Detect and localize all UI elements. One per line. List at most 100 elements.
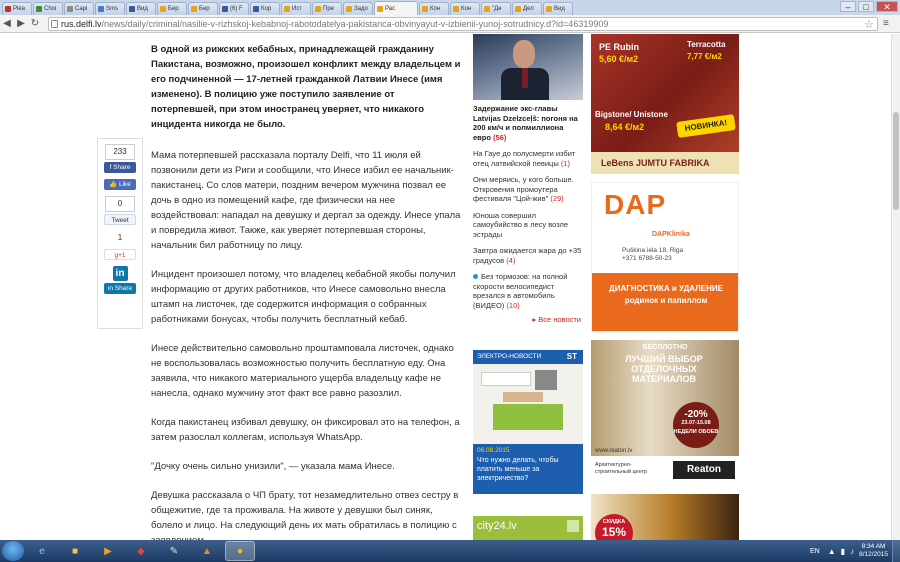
browser-tab[interactable]: Capi bbox=[64, 2, 94, 15]
news-list-item[interactable]: Юноша совершил самоубийство в лесу возле… bbox=[473, 211, 583, 240]
browser-tab[interactable]: Кор bbox=[250, 2, 280, 15]
news-list-item[interactable]: Они меряись, у кого больше. Откровения п… bbox=[473, 175, 583, 204]
all-news-label: Все новости bbox=[538, 315, 581, 324]
browser-tab[interactable]: Бер bbox=[188, 2, 218, 15]
browser-toolbar: ◀ ▶ ↻ rus.delfi.lv/news/daily/criminal/n… bbox=[0, 15, 900, 33]
elektro-text: Что нужно делать, чтобы платить меньше з… bbox=[477, 457, 559, 482]
browser-tab[interactable]: Рас bbox=[374, 1, 418, 15]
tab-label: (6) F bbox=[230, 6, 243, 12]
network-icon[interactable]: ▮ bbox=[841, 547, 845, 556]
tab-favicon-icon bbox=[36, 6, 42, 12]
vlc-icon[interactable]: ▲ bbox=[192, 541, 222, 561]
browser-tab[interactable]: Sms bbox=[95, 2, 125, 15]
tab-label: Sms bbox=[106, 6, 118, 12]
app-icon[interactable]: ◆ bbox=[126, 541, 156, 561]
back-arrow-icon[interactable]: ◀ bbox=[0, 18, 14, 29]
browser-tab[interactable]: Задо bbox=[343, 2, 373, 15]
forward-arrow-icon[interactable]: ▶ bbox=[14, 18, 28, 29]
google-plus-button[interactable]: g+1 bbox=[104, 249, 136, 260]
browser-tab[interactable]: Ист bbox=[281, 2, 311, 15]
folder-icon[interactable]: ■ bbox=[60, 541, 90, 561]
browser-tab[interactable]: Бер bbox=[157, 2, 187, 15]
reaton-discount-dates: 23.07-15.08 НЕДЕЛИ ОБОЕВ bbox=[673, 420, 719, 435]
facebook-share-button[interactable]: f Share bbox=[104, 162, 136, 173]
facebook-like-button[interactable]: 👍 Like bbox=[104, 179, 136, 190]
article-paragraphs: Мама потерпевшей рассказала порталу Delf… bbox=[151, 148, 461, 540]
browser-tab[interactable]: (6) F bbox=[219, 2, 249, 15]
promo-ad[interactable]: СКИДКА 15% bbox=[591, 494, 739, 540]
news-list: На Гауе до полусмерти избит отец латвийс… bbox=[473, 149, 583, 310]
tab-favicon-icon bbox=[67, 6, 73, 12]
headline-photo[interactable] bbox=[473, 34, 583, 100]
tab-label: Задо bbox=[354, 6, 368, 12]
browser-tab[interactable]: Пре bbox=[312, 2, 342, 15]
browser-tab[interactable]: Вид bbox=[543, 2, 573, 15]
tab-favicon-icon bbox=[5, 6, 11, 12]
social-share-panel: 233 f Share 👍 Like 0 Tweet 1 g+1 in in S… bbox=[97, 138, 143, 329]
browser-tab[interactable]: Вид bbox=[126, 2, 156, 15]
news-list-item[interactable]: Без тормозов: на полной скорости велосип… bbox=[473, 272, 583, 310]
news-list-item[interactable]: На Гауе до полусмерти избит отец латвийс… bbox=[473, 149, 583, 168]
city24-banner[interactable]: city24.lv bbox=[473, 516, 583, 540]
tab-label: Capi bbox=[75, 6, 88, 12]
tweet-count: 0 bbox=[105, 196, 135, 212]
close-window-button[interactable]: ✕ bbox=[876, 1, 898, 12]
tab-list: Plea Choi Capi Sms Вид Бер Бер (6) F Кор Ист Пре За… bbox=[2, 1, 574, 15]
reaton-kicker: БЕСПЛОТНО bbox=[642, 344, 688, 351]
browser-tab[interactable]: Кон bbox=[419, 2, 449, 15]
internet-explorer-icon[interactable]: e bbox=[27, 541, 57, 561]
browser-tab[interactable]: Дел bbox=[512, 2, 542, 15]
all-news-link[interactable]: ▸ Все новости bbox=[473, 315, 583, 324]
tab-label: Вид bbox=[554, 6, 565, 12]
bookmark-star-icon[interactable]: ☆ bbox=[864, 18, 874, 31]
reaton-ad[interactable]: БЕСПЛОТНО ЛУЧШИЙ ВЫБОР ОТДЕЛОЧНЫХ МАТЕРИ… bbox=[591, 340, 739, 486]
tab-favicon-icon bbox=[129, 6, 135, 12]
browser-tab[interactable]: Кон bbox=[450, 2, 480, 15]
show-desktop-button[interactable] bbox=[892, 540, 900, 562]
photo-face bbox=[513, 40, 535, 68]
tab-favicon-icon bbox=[191, 6, 197, 12]
tool-icon[interactable]: ✎ bbox=[159, 541, 189, 561]
browser-tab[interactable]: Plea bbox=[2, 2, 32, 15]
video-bullet-icon bbox=[473, 274, 478, 279]
facebook-share-count: 233 bbox=[105, 144, 135, 160]
promo-discount-badge: СКИДКА 15% bbox=[595, 514, 633, 540]
dap-clinic-ad[interactable]: DAP DAPKlinika Puškina iela 18, Riga +37… bbox=[591, 182, 739, 332]
elektro-news-block[interactable]: ЭЛЕКТРО-НОВОСТИ ST 06.08.2015 Что нужно … bbox=[473, 350, 583, 494]
minimize-button[interactable]: – bbox=[840, 1, 856, 12]
clock-date: 8/12/2015 bbox=[859, 551, 888, 558]
linkedin-share-button[interactable]: in Share bbox=[104, 283, 136, 294]
screen: Plea Choi Capi Sms Вид Бер Бер (6) F Кор Ист Пре За… bbox=[0, 0, 900, 562]
browser-tab[interactable]: Choi bbox=[33, 2, 63, 15]
windows-taskbar: e ■ ▶ ◆ ✎ ▲ ● EN ▲ ▮ ♪ 8:34 AM 8/12/2015 bbox=[0, 540, 900, 562]
tray-expand-icon[interactable]: ▲ bbox=[828, 547, 836, 556]
tab-label: Кон bbox=[461, 6, 472, 12]
language-indicator[interactable]: EN bbox=[810, 548, 820, 555]
linkedin-share-label: Share bbox=[114, 285, 133, 292]
tab-favicon-icon bbox=[284, 6, 290, 12]
headline-link[interactable]: Задержание экс-главы Latvijas Dzelzceļš:… bbox=[473, 104, 583, 142]
news-item-comment-count: (10) bbox=[506, 300, 520, 310]
tweet-button[interactable]: Tweet bbox=[104, 214, 136, 225]
dap-logo: DAP bbox=[604, 189, 667, 220]
scrollbar-thumb[interactable] bbox=[893, 112, 899, 210]
browser-tab[interactable]: "Де bbox=[481, 2, 511, 15]
vertical-scrollbar[interactable] bbox=[891, 34, 900, 540]
clock[interactable]: 8:34 AM 8/12/2015 bbox=[859, 543, 888, 559]
volume-icon[interactable]: ♪ bbox=[850, 547, 854, 556]
lebens-ad[interactable]: PE Rubin 5,60 €/м2 Terracotta 7,77 €/м2 … bbox=[591, 34, 739, 174]
news-list-item[interactable]: Завтра ожидается жара до +35 градусов (4… bbox=[473, 246, 583, 265]
address-bar[interactable]: rus.delfi.lv/news/daily/criminal/nasilie… bbox=[48, 17, 878, 31]
maximize-button[interactable]: □ bbox=[858, 1, 874, 12]
media-player-icon[interactable]: ▶ bbox=[93, 541, 123, 561]
linkedin-logo-icon: in bbox=[112, 266, 128, 281]
chrome-icon[interactable]: ● bbox=[225, 541, 255, 561]
lebens-price-2: 7,77 €/м2 bbox=[687, 52, 722, 61]
lebens-price-1: 5,60 €/м2 bbox=[599, 54, 639, 64]
url-path: /news/daily/criminal/nasilie-v-rizhskoj-… bbox=[101, 19, 609, 29]
reload-icon[interactable]: ↻ bbox=[28, 18, 42, 29]
tab-favicon-icon bbox=[315, 6, 321, 12]
kitchen-lamp bbox=[503, 392, 543, 402]
menu-icon[interactable]: ≡ bbox=[883, 18, 889, 29]
start-button[interactable] bbox=[2, 541, 24, 561]
